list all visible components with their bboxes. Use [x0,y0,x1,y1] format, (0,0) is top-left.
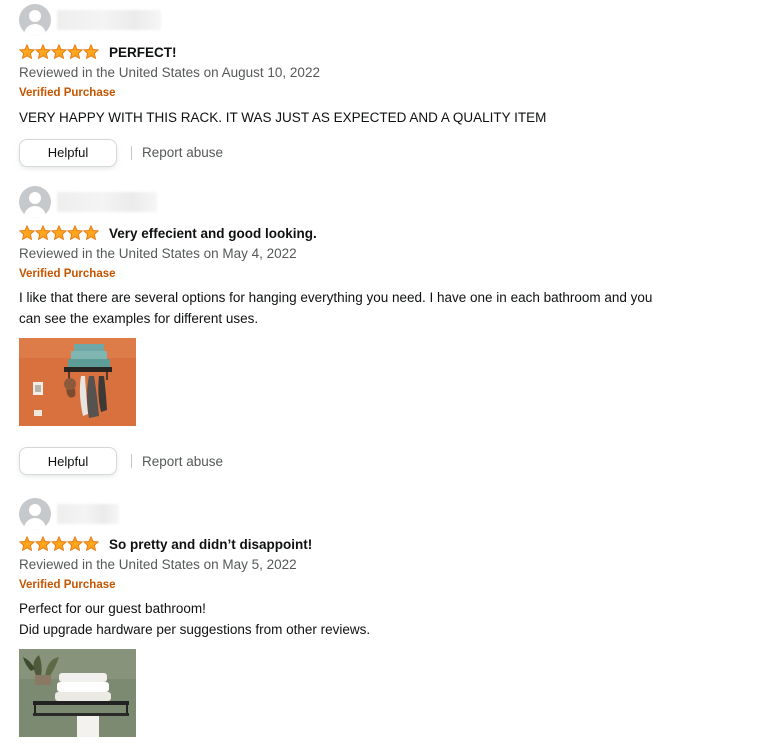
star-rating[interactable] [19,536,99,552]
bathroom-shelf-photo [19,649,136,737]
review-date: Reviewed in the United States on May 5, … [19,557,297,572]
review-body-line: Did upgrade hardware per suggestions fro… [19,621,371,637]
action-divider [131,145,132,160]
reviewer-profile[interactable] [19,4,719,36]
review-date: Reviewed in the United States on May 4, … [19,246,297,261]
review-photo-thumbnail[interactable] [19,338,136,426]
avatar-icon [19,498,51,530]
review-card: PERFECT! Reviewed in the United States o… [19,4,719,168]
helpful-button[interactable]: Helpful [19,447,117,475]
review-body-line: I like that there are several options fo… [19,290,653,305]
star-icon [19,44,35,60]
star-icon [19,536,35,552]
star-icon [83,536,99,552]
verified-purchase-badge[interactable]: Verified Purchase [19,84,719,102]
star-icon [51,44,67,60]
review-body: Perfect for our guest bathroom! Did upgr… [19,599,719,640]
helpful-button[interactable]: Helpful [19,138,117,167]
star-rating[interactable] [19,44,99,60]
reviewer-name-redacted [57,10,161,30]
towel-rack-photo [19,338,136,426]
review-title[interactable]: So pretty and didn’t disappoint! [109,537,312,552]
review-header: PERFECT! [19,42,719,62]
reviewer-name-redacted [57,192,157,212]
reviewer-name-redacted [57,504,119,524]
review-actions: Helpful Report abuse [19,138,719,168]
report-abuse-link[interactable]: Report abuse [142,454,223,469]
report-abuse-link[interactable]: Report abuse [142,145,223,160]
star-icon [19,225,35,241]
review-body-line: VERY HAPPY WITH THIS RACK. IT WAS JUST A… [19,110,547,125]
review-title[interactable]: Very effecient and good looking. [109,226,317,241]
reviewer-profile[interactable] [19,498,719,530]
review-card: Very effecient and good looking. Reviewe… [19,186,719,476]
star-icon [35,536,51,552]
star-icon [35,44,51,60]
avatar-icon [19,186,51,218]
star-icon [51,536,67,552]
review-body-line: Perfect for our guest bathroom! [19,601,206,616]
verified-purchase-badge[interactable]: Verified Purchase [19,265,719,283]
review-body: I like that there are several options fo… [19,288,719,329]
star-icon [83,44,99,60]
review-header: Very effecient and good looking. [19,223,719,243]
review-card: So pretty and didn’t disappoint! Reviewe… [19,498,719,737]
review-header: So pretty and didn’t disappoint! [19,534,719,554]
review-body: VERY HAPPY WITH THIS RACK. IT WAS JUST A… [19,108,719,129]
review-date: Reviewed in the United States on August … [19,65,320,80]
verified-purchase-badge[interactable]: Verified Purchase [19,576,719,594]
review-body-line: can see the examples for different uses. [19,310,259,326]
star-icon [67,44,83,60]
action-divider [131,454,132,468]
review-title[interactable]: PERFECT! [109,45,177,60]
star-icon [83,225,99,241]
review-photo-thumbnail[interactable] [19,649,136,737]
reviewer-profile[interactable] [19,186,719,218]
star-icon [67,225,83,241]
star-icon [51,225,67,241]
star-rating[interactable] [19,225,99,241]
avatar-icon [19,4,51,36]
review-actions: Helpful Report abuse [19,446,719,476]
star-icon [67,536,83,552]
star-icon [35,225,51,241]
